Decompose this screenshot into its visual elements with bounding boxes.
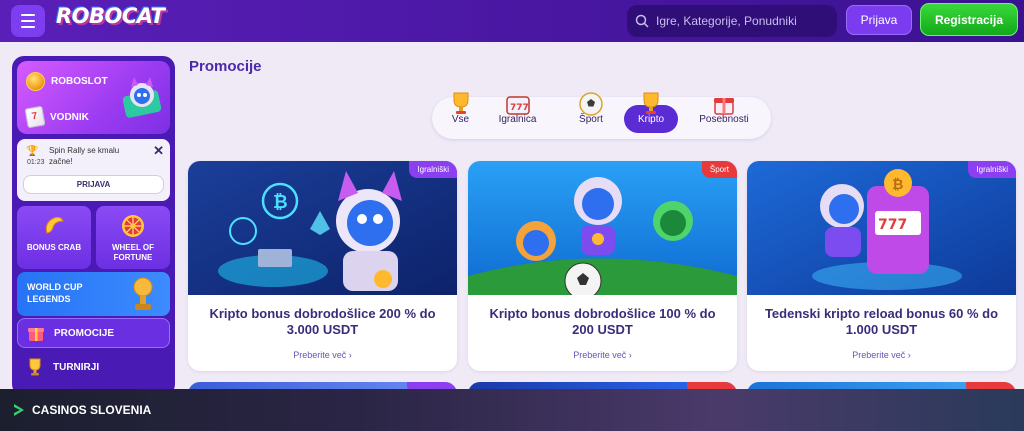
- sidebar-item-label: ROBOSLOT: [51, 76, 108, 87]
- trophy-icon: 🏆: [26, 146, 39, 157]
- tab-vse[interactable]: Vse: [440, 92, 481, 133]
- read-more-link[interactable]: Preberite več ›: [188, 350, 457, 360]
- robocat-logo[interactable]: ROBOCAT: [56, 4, 165, 28]
- sport-robots-illustration: [468, 161, 737, 295]
- spin-rally-join-button[interactable]: PRIJAVA: [23, 175, 164, 194]
- gift-icon: [28, 328, 44, 341]
- svg-text:777: 777: [510, 103, 529, 113]
- tab-posebnosti[interactable]: Posebnosti: [684, 98, 764, 133]
- gift-icon: [714, 98, 734, 115]
- guide-book-icon: [24, 105, 46, 129]
- sidebar-item-label: VODNIK: [50, 111, 89, 123]
- page-title: Promocije: [189, 58, 262, 75]
- sidebar-tile-wheel-of-fortune[interactable]: WHEEL OF FORTUNE: [96, 206, 170, 269]
- sidebar-item-roboslot[interactable]: ROBOSLOT: [26, 72, 108, 91]
- category-badge: Igralniški: [409, 161, 457, 178]
- read-more-link[interactable]: Preberite več ›: [468, 350, 737, 360]
- tile-label: WHEEL OF FORTUNE: [111, 243, 155, 262]
- svg-text:₿: ₿: [892, 177, 903, 193]
- search-bar[interactable]: [627, 5, 837, 37]
- chevron-right-icon: ›: [348, 350, 352, 360]
- close-icon[interactable]: ✕: [153, 143, 164, 159]
- sidebar-item-promocije[interactable]: PROMOCIJE: [17, 318, 170, 348]
- promo-category-tabs: Vse 777 Igralnica Šport Kripto Posebnost…: [432, 92, 771, 139]
- slot-machine-robot-illustration: ₿ 777: [747, 161, 1016, 295]
- spin-rally-timer: 01:23: [27, 159, 45, 166]
- chevron-right-icon: ›: [628, 350, 632, 360]
- tab-sport[interactable]: Šport: [564, 92, 618, 133]
- chevron-right-icon: ›: [907, 350, 911, 360]
- sidebar-item-label: TURNIRJI: [53, 361, 100, 373]
- sidebar-promo-card: ROBOSLOT VODNIK: [17, 61, 170, 134]
- crypto-robot-illustration: ₿: [188, 161, 457, 295]
- robot-cat-mascot-icon: [122, 77, 162, 118]
- search-icon: [635, 14, 649, 28]
- search-input[interactable]: [656, 14, 836, 28]
- sidebar-tile-bonus-crab[interactable]: BONUS CRAB: [17, 206, 91, 269]
- menu-button[interactable]: [11, 5, 45, 37]
- soccer-ball-icon: [579, 92, 603, 116]
- promo-card-crypto-welcome-200[interactable]: ₿ Igralniški Kripto bonus dobrodošlice 2…: [188, 161, 457, 371]
- sidebar-item-world-cup-legends[interactable]: WORLD CUP LEGENDS: [17, 272, 170, 316]
- sidebar-item-turnirji[interactable]: TURNIRJI: [17, 352, 170, 382]
- footer-brand: CASINOS SLOVENIA: [32, 403, 152, 417]
- crypto-trophy-icon: [643, 92, 659, 114]
- bonus-crab-icon: [45, 216, 64, 234]
- top-header: ROBOCAT Prijava Registracija: [0, 0, 1024, 42]
- read-more-link[interactable]: Preberite več ›: [747, 350, 1016, 360]
- spin-rally-text: Spin Rally se kmalu začne!: [49, 146, 120, 166]
- tile-label: BONUS CRAB: [26, 243, 82, 252]
- promo-title: Kripto bonus dobrodošlice 100 % do 200 U…: [489, 306, 716, 337]
- promo-title: Kripto bonus dobrodošlice 200 % do 3.000…: [209, 306, 436, 337]
- promo-title: Tedenski kripto reload bonus 60 % do 1.0…: [764, 306, 999, 337]
- promo-card-weekly-crypto-reload[interactable]: ₿ 777 Igralniški Tedenski kripto reload …: [747, 161, 1016, 371]
- slot-machine-icon: 777: [505, 96, 530, 115]
- category-badge: Igralniški: [968, 161, 1016, 178]
- promo-card-crypto-welcome-100[interactable]: Šport Kripto bonus dobrodošlice 100 % do…: [468, 161, 737, 371]
- sidebar: ROBOSLOT VODNIK 🏆 01:23 Spin Rally se km…: [12, 56, 175, 396]
- tab-kripto[interactable]: Kripto: [624, 92, 678, 133]
- sidebar-item-vodnik[interactable]: VODNIK: [24, 105, 89, 129]
- golden-ball-trophy-icon: [133, 277, 153, 310]
- world-cup-label: WORLD CUP LEGENDS: [27, 282, 83, 304]
- sidebar-item-label: PROMOCIJE: [54, 327, 115, 339]
- watermark-footer: CASINOS SLOVENIA: [0, 389, 1024, 431]
- trophy-icon: [29, 358, 41, 376]
- category-badge: Šport: [701, 161, 737, 178]
- tab-igralnica[interactable]: 777 Igralnica: [487, 96, 548, 133]
- wheel-icon: [122, 215, 144, 237]
- trophy-icon: [453, 92, 468, 114]
- register-button[interactable]: Registracija: [920, 3, 1018, 36]
- spin-rally-notice: 🏆 01:23 Spin Rally se kmalu začne! ✕ PRI…: [17, 139, 170, 201]
- casinos-slovenia-logo-icon: [14, 404, 24, 416]
- login-button[interactable]: Prijava: [846, 5, 912, 35]
- svg-text:777: 777: [878, 217, 907, 233]
- svg-text:₿: ₿: [273, 192, 288, 213]
- coin-icon: [26, 72, 45, 91]
